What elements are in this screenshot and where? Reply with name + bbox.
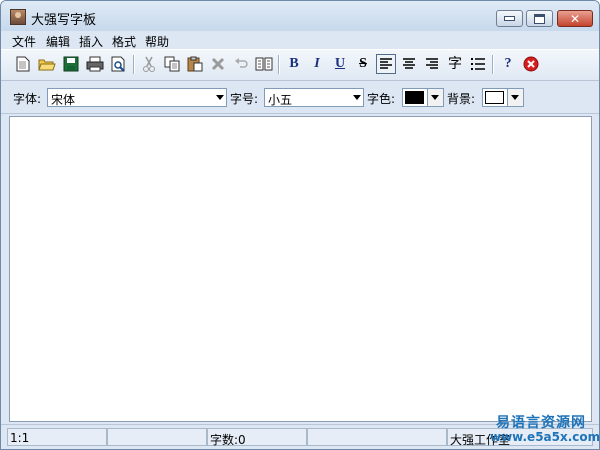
size-label: 字号:	[230, 92, 259, 106]
menu-file[interactable]: 文件	[12, 33, 36, 50]
status-empty-2	[307, 428, 447, 446]
background-color-picker[interactable]	[482, 88, 524, 107]
minimize-button[interactable]	[496, 10, 523, 27]
chevron-down-icon	[507, 89, 523, 106]
text-color-picker[interactable]	[402, 88, 444, 107]
close-window-button[interactable]: ✕	[557, 10, 593, 27]
size-select-value: 小五	[268, 93, 293, 107]
toolbar-separator	[133, 55, 135, 74]
text-editor-area[interactable]	[9, 116, 592, 422]
save-icon[interactable]	[61, 54, 81, 74]
maximize-icon	[534, 13, 545, 24]
bullet-list-icon[interactable]	[468, 54, 488, 74]
watermark-url: www.e5a5x.com	[490, 430, 600, 444]
print-preview-icon[interactable]	[109, 54, 129, 74]
toolbar-separator	[278, 55, 280, 74]
font-select-value: 宋体	[51, 93, 76, 107]
char-format-icon[interactable]: 字	[445, 54, 465, 74]
menu-bar: 文件 编辑 插入 格式 帮助	[1, 31, 599, 49]
app-window: 大强写字板 ✕ 文件 编辑 插入 格式 帮助 B I U S 字 ? 字体: 宋…	[0, 0, 600, 450]
font-label: 字体:	[13, 92, 42, 106]
watermark-logo: 易语言资源网 www.e5a5x.com	[486, 412, 600, 446]
toolbar-separator	[492, 55, 494, 74]
view-pages-icon[interactable]	[254, 54, 274, 74]
chevron-down-icon	[353, 95, 361, 100]
toolbar: B I U S 字 ?	[1, 49, 599, 81]
strikethrough-icon[interactable]: S	[353, 54, 373, 74]
chevron-down-icon	[427, 89, 443, 106]
underline-icon[interactable]: U	[330, 54, 350, 74]
menu-format[interactable]: 格式	[112, 33, 136, 50]
menu-help[interactable]: 帮助	[145, 33, 169, 50]
align-right-icon[interactable]	[422, 54, 442, 74]
bold-icon[interactable]: B	[284, 54, 304, 74]
size-select[interactable]: 小五	[264, 88, 364, 107]
cursor-position: 1:1	[7, 428, 107, 446]
help-icon[interactable]: ?	[498, 54, 518, 74]
minimize-icon	[504, 16, 515, 21]
open-folder-icon[interactable]	[37, 54, 57, 74]
italic-icon[interactable]: I	[307, 54, 327, 74]
print-icon[interactable]	[85, 54, 105, 74]
cut-icon[interactable]	[139, 54, 159, 74]
format-bar: 字体: 宋体 字号: 小五 字色: 背景:	[1, 81, 599, 114]
exit-icon[interactable]	[521, 54, 541, 74]
text-color-swatch	[405, 91, 424, 104]
new-document-icon[interactable]	[13, 54, 33, 74]
delete-icon[interactable]	[208, 54, 228, 74]
undo-icon[interactable]	[231, 54, 251, 74]
menu-edit[interactable]: 编辑	[46, 33, 70, 50]
watermark-title: 易语言资源网	[496, 415, 586, 431]
background-color-swatch	[485, 91, 504, 104]
text-color-label: 字色:	[367, 92, 396, 106]
copy-icon[interactable]	[162, 54, 182, 74]
background-color-label: 背景:	[447, 92, 476, 106]
font-select[interactable]: 宋体	[47, 88, 227, 107]
align-center-icon[interactable]	[399, 54, 419, 74]
status-empty-1	[107, 428, 207, 446]
close-icon: ✕	[569, 11, 581, 26]
title-bar[interactable]: 大强写字板 ✕	[1, 1, 599, 31]
word-count: 字数:0	[207, 428, 307, 447]
align-left-icon[interactable]	[376, 54, 396, 74]
maximize-button[interactable]	[526, 10, 553, 27]
paste-icon[interactable]	[185, 54, 205, 74]
chevron-down-icon	[216, 95, 224, 100]
window-title: 大强写字板	[31, 13, 97, 28]
menu-insert[interactable]: 插入	[79, 33, 103, 50]
app-icon[interactable]	[10, 9, 26, 25]
